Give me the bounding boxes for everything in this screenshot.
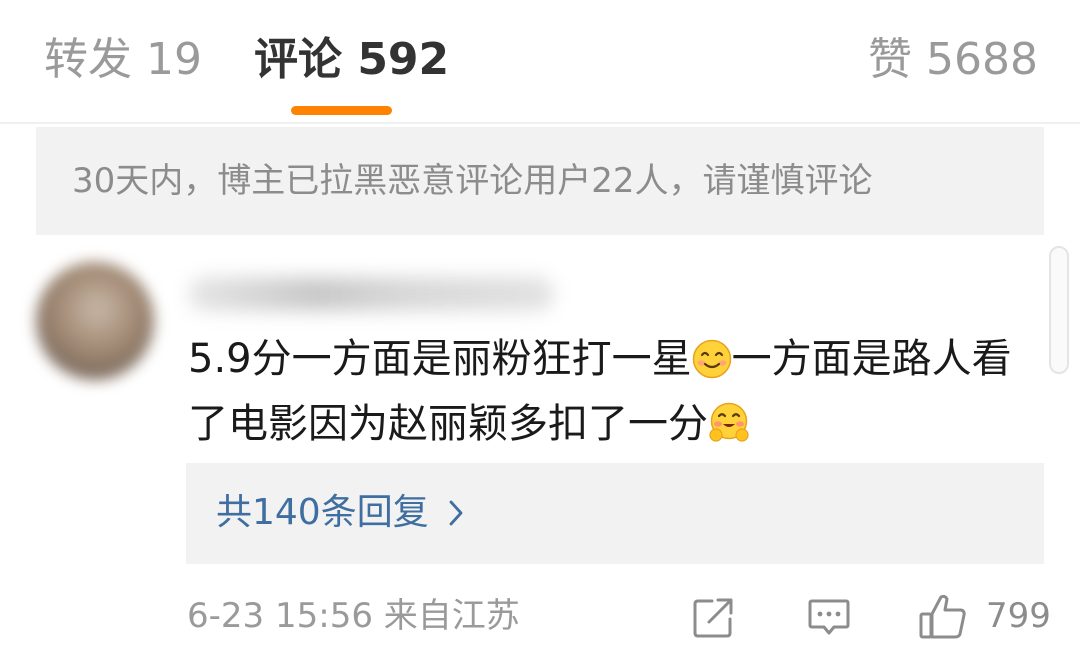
like-count: 799 [986,596,1051,636]
share-icon[interactable] [692,592,736,640]
avatar[interactable] [36,262,154,380]
like-icon[interactable] [918,592,968,640]
replies-count-label: 共140条回复 [216,492,429,533]
comment-icon[interactable] [807,592,851,640]
replies-box[interactable]: 共140条回复 [186,463,1044,564]
active-tab-indicator [291,106,392,115]
tabs-divider [0,122,1080,124]
tab-comments[interactable]: 评论 592 [254,34,449,86]
notice-text: 30天内，博主已拉黑恶意评论用户22人，请谨慎评论 [72,161,873,201]
view-replies-link[interactable]: 共140条回复 [216,491,463,535]
comment-notice-banner: 30天内，博主已拉黑恶意评论用户22人，请谨慎评论 [36,127,1044,235]
tab-repost[interactable]: 转发 19 [44,34,202,86]
comment-text: 5.9分一方面是丽粉狂打一星 一方面是路人看了电影因为赵丽颖多扣了一分 [188,330,1038,460]
comment-text-part1: 5.9分一方面是丽粉狂打一星 [188,336,692,382]
comment-meta: 6-23 15:56 来自江苏 [187,596,520,636]
chevron-right-icon [449,500,463,526]
scrollbar[interactable] [1049,246,1069,374]
username[interactable] [188,277,554,311]
comment-tabs: 转发 19 评论 592 赞 5688 [0,0,1080,122]
smile-emoji-icon [692,337,732,395]
tab-likes[interactable]: 赞 5688 [868,34,1038,86]
hug-emoji-icon [708,402,750,460]
